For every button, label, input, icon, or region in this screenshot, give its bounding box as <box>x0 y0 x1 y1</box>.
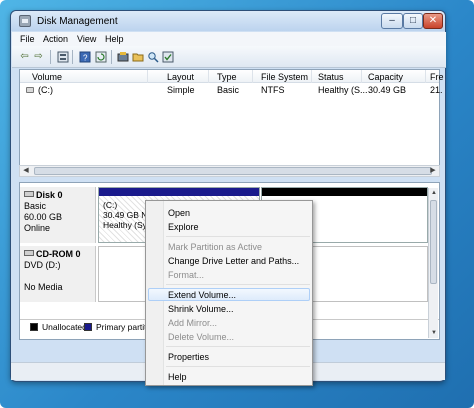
primary-partition-bar <box>99 188 259 196</box>
cdrom-media: No Media <box>24 282 63 292</box>
volume-icon <box>26 87 34 93</box>
legend-primary-swatch <box>84 323 92 331</box>
ctx-properties[interactable]: Properties <box>168 352 209 362</box>
disk0-size: 60.00 GB <box>24 212 63 222</box>
cdrom-icon <box>24 250 34 256</box>
cdrom-info[interactable]: CD-ROM 0 DVD (D:) No Media <box>20 246 96 302</box>
help-icon[interactable]: ? <box>78 50 91 63</box>
disk0-info[interactable]: Disk 0 Basic 60.00 GB Online <box>20 187 96 243</box>
cell-type: Basic <box>217 85 240 95</box>
column-divider <box>252 70 253 83</box>
cdrom-drive: DVD (D:) <box>24 260 61 270</box>
open-icon[interactable] <box>131 50 144 63</box>
volume-list-hscrollbar[interactable]: ◀ ▶ <box>19 165 440 177</box>
connect-icon[interactable] <box>116 50 129 63</box>
context-menu-separator <box>166 284 310 285</box>
cdrom-name: CD-ROM 0 <box>36 249 81 259</box>
column-divider <box>147 70 148 83</box>
ctx-help[interactable]: Help <box>168 372 187 382</box>
legend-unallocated-swatch <box>30 323 38 331</box>
scroll-right-icon[interactable]: ▶ <box>427 166 439 176</box>
col-status[interactable]: Status <box>318 72 344 82</box>
disk-icon <box>24 191 34 197</box>
column-divider <box>361 70 362 83</box>
maximize-button[interactable]: □ <box>403 13 423 29</box>
menu-view[interactable]: View <box>77 34 96 44</box>
column-divider <box>311 70 312 83</box>
ctx-mark-active[interactable]: Mark Partition as Active <box>168 242 262 252</box>
toolbar-separator <box>72 50 73 64</box>
forward-icon[interactable]: ⇨ <box>32 50 45 63</box>
cell-volume: (C:) <box>38 85 53 95</box>
cell-free-space: 21. <box>430 85 443 95</box>
menu-help[interactable]: Help <box>105 34 124 44</box>
col-layout[interactable]: Layout <box>167 72 194 82</box>
disk0-type: Basic <box>24 201 47 211</box>
col-volume[interactable]: Volume <box>32 72 62 82</box>
ctx-shrink-volume[interactable]: Shrink Volume... <box>168 304 234 314</box>
context-menu-separator <box>166 236 310 237</box>
column-divider <box>425 70 426 83</box>
svg-text:?: ? <box>83 53 88 62</box>
close-button[interactable]: ✕ <box>423 13 443 29</box>
ctx-open[interactable]: Open <box>168 208 190 218</box>
cell-file-system: NTFS <box>261 85 285 95</box>
legend-primary: Primary partiti <box>96 322 149 332</box>
toolbar-separator <box>111 50 112 64</box>
window-title: Disk Management <box>37 16 118 27</box>
context-menu-separator <box>166 346 310 347</box>
back-icon[interactable]: ⇦ <box>18 50 31 63</box>
minimize-button[interactable]: – <box>381 13 403 29</box>
search-icon[interactable] <box>146 50 159 63</box>
volume-list-header: Volume Layout Type File System Status Ca… <box>20 70 444 83</box>
col-file-system[interactable]: File System <box>261 72 308 82</box>
column-divider <box>208 70 209 83</box>
scroll-thumb[interactable] <box>430 200 437 284</box>
unallocated-bar <box>262 188 427 196</box>
cell-capacity: 30.49 GB <box>368 85 407 95</box>
ctx-extend-volume[interactable]: Extend Volume... <box>168 290 236 300</box>
context-menu-separator <box>166 366 310 367</box>
scroll-thumb[interactable] <box>34 167 432 175</box>
refresh-icon[interactable] <box>94 50 107 63</box>
menu-file[interactable]: File <box>20 34 35 44</box>
disk0-state: Online <box>24 223 51 233</box>
toolbar: ⇦ ⇨ ? <box>12 46 446 68</box>
ctx-format[interactable]: Format... <box>168 270 204 280</box>
title-bar[interactable]: Disk Management – □ ✕ <box>11 11 445 31</box>
col-free-space[interactable]: Fre <box>430 72 444 82</box>
ctx-delete-volume[interactable]: Delete Volume... <box>168 332 234 342</box>
check-icon[interactable] <box>161 50 174 63</box>
ctx-add-mirror[interactable]: Add Mirror... <box>168 318 217 328</box>
scroll-up-icon[interactable]: ▲ <box>429 188 439 198</box>
col-capacity[interactable]: Capacity <box>368 72 403 82</box>
cell-layout: Simple <box>167 85 195 95</box>
ctx-explore[interactable]: Explore <box>168 222 199 232</box>
scroll-down-icon[interactable]: ▼ <box>429 328 439 338</box>
disk-view-vscrollbar[interactable]: ▲ ▼ <box>428 188 438 338</box>
context-menu: Open Explore Mark Partition as Active Ch… <box>145 200 313 386</box>
properties-icon[interactable] <box>56 50 69 63</box>
toolbar-separator <box>50 50 51 64</box>
col-type[interactable]: Type <box>217 72 237 82</box>
volume-list[interactable]: Volume Layout Type File System Status Ca… <box>19 69 444 177</box>
menu-bar: File Action View Help <box>12 32 446 46</box>
cell-status: Healthy (S... <box>318 85 368 95</box>
disk-management-icon <box>19 15 31 27</box>
disk0-name: Disk 0 <box>36 190 63 200</box>
menu-action[interactable]: Action <box>43 34 68 44</box>
legend-unallocated: Unallocated <box>42 322 87 332</box>
scroll-left-icon[interactable]: ◀ <box>20 166 32 176</box>
ctx-change-drive-letter[interactable]: Change Drive Letter and Paths... <box>168 256 299 266</box>
